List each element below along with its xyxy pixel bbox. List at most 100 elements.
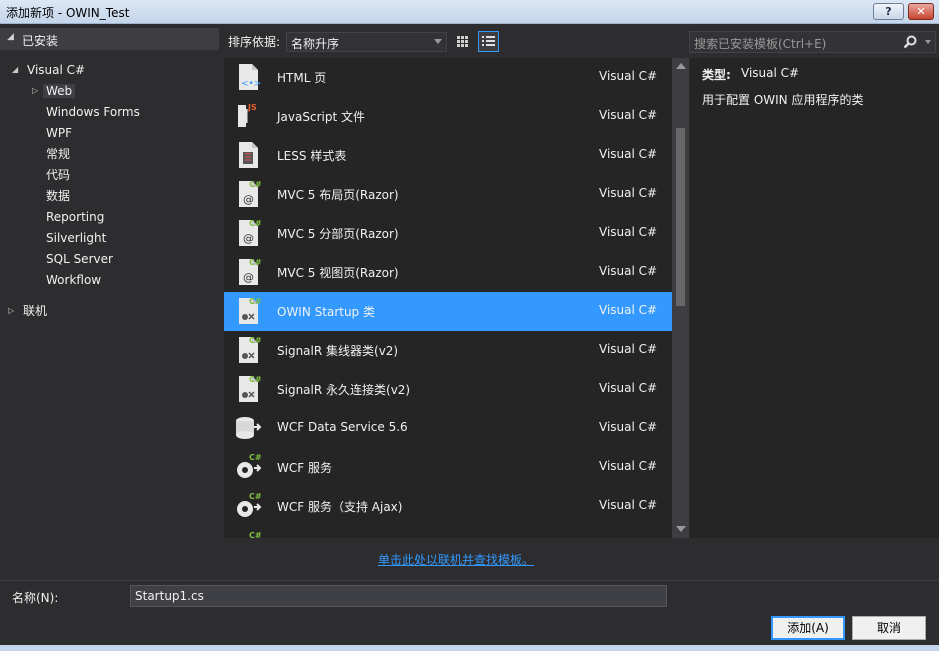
scroll-down-icon[interactable] <box>676 526 686 532</box>
tree-item[interactable]: 常规 <box>46 144 70 164</box>
template-name: HTML 页 <box>277 71 327 85</box>
category-tree: ◢ 已安装 ◢ Visual C# ▷ Web Windows Forms WPF 常规… <box>0 25 219 580</box>
wcf-service-icon: C# <box>232 452 262 482</box>
tree-item[interactable]: 数据 <box>46 186 70 206</box>
template-language: Visual C# <box>599 225 658 239</box>
list-view-button[interactable] <box>478 31 499 52</box>
tree-item[interactable]: ▷ Web <box>32 81 76 101</box>
template-name: WCF 服务 <box>277 461 332 475</box>
tree-item-visual-csharp[interactable]: ◢ Visual C# <box>12 60 85 80</box>
scroll-up-icon[interactable] <box>676 63 686 69</box>
template-row[interactable]: C# WCF 服务 Visual C# <box>224 448 672 487</box>
name-field[interactable] <box>130 585 667 607</box>
template-language: Visual C# <box>599 381 658 395</box>
template-row[interactable]: C# WCF 服务（支持 Ajax) Visual C# <box>224 487 672 526</box>
cancel-button[interactable]: 取消 <box>852 616 926 640</box>
svg-text:C#: C# <box>249 336 262 345</box>
svg-text:@: @ <box>243 271 254 284</box>
scroll-thumb[interactable] <box>676 128 685 306</box>
template-language: Visual C# <box>599 264 658 278</box>
template-row[interactable]: @ C# MVC 5 视图页(Razor) Visual C# <box>224 253 672 292</box>
signalr-class-icon: C# <box>232 374 262 404</box>
svg-text:C#: C# <box>249 297 262 306</box>
template-language: Visual C# <box>599 108 658 122</box>
html-page-icon: <•> <box>232 62 262 92</box>
list-scrollbar[interactable] <box>672 58 689 538</box>
template-row[interactable]: C# OWIN Startup 类 Visual C# <box>224 292 672 331</box>
razor-page-icon: @ C# <box>232 218 262 248</box>
help-button[interactable]: ? <box>873 3 904 20</box>
installed-header[interactable]: ◢ 已安装 <box>0 28 219 50</box>
template-language: Visual C# <box>599 147 658 161</box>
installed-label: 已安装 <box>22 34 59 48</box>
collapsed-icon: ▷ <box>32 86 39 95</box>
data-service-icon <box>232 413 262 443</box>
template-name: JavaScript 文件 <box>277 110 365 124</box>
template-row[interactable]: @ C# MVC 5 布局页(Razor) Visual C# <box>224 175 672 214</box>
grid-view-button[interactable] <box>452 31 473 52</box>
collapsed-icon: ▷ <box>8 306 15 315</box>
template-row[interactable]: C# SignalR 永久连接类(v2) Visual C# <box>224 370 672 409</box>
template-row-partial[interactable]: C# <box>224 526 672 538</box>
title-bar: 添加新项 - OWIN_Test ? ✕ <box>0 0 939 24</box>
template-name: SignalR 集线器类(v2) <box>277 344 399 358</box>
svg-text:C#: C# <box>249 219 262 228</box>
collapse-icon: ◢ <box>7 32 14 42</box>
template-description: 用于配置 OWIN 应用程序的类 <box>702 93 864 107</box>
template-name: LESS 样式表 <box>277 149 347 163</box>
tree-item[interactable]: Silverlight <box>46 228 106 248</box>
tree-item[interactable]: Reporting <box>46 207 104 227</box>
template-row[interactable]: WCF Data Service 5.6 Visual C# <box>224 409 672 448</box>
javascript-file-icon: JS <box>232 101 262 131</box>
tree-item[interactable]: WPF <box>46 123 72 143</box>
svg-text:@: @ <box>243 232 254 245</box>
template-name: MVC 5 布局页(Razor) <box>277 188 399 202</box>
template-row[interactable]: LESS 样式表 Visual C# <box>224 136 672 175</box>
toolbar: 排序依据: 名称升序 搜索已安装模板(Ctrl+E) <box>220 27 939 55</box>
svg-text:C#: C# <box>249 375 262 384</box>
razor-page-icon: @ C# <box>232 179 262 209</box>
template-name: MVC 5 视图页(Razor) <box>277 266 399 280</box>
close-button[interactable]: ✕ <box>908 3 934 20</box>
svg-text:C#: C# <box>249 492 262 501</box>
type-label: 类型: <box>702 68 731 82</box>
bottom-bar: 名称(N): 添加(A) 取消 <box>0 580 939 651</box>
sort-dropdown[interactable]: 名称升序 <box>286 32 447 52</box>
less-stylesheet-icon <box>232 140 262 170</box>
razor-page-icon: @ C# <box>232 257 262 287</box>
template-language: Visual C# <box>599 498 658 512</box>
template-name: SignalR 永久连接类(v2) <box>277 383 411 397</box>
tree-item[interactable]: Workflow <box>46 270 101 290</box>
template-row[interactable]: @ C# MVC 5 分部页(Razor) Visual C# <box>224 214 672 253</box>
tree-item[interactable]: SQL Server <box>46 249 113 269</box>
list-view-icon <box>482 36 495 46</box>
name-label: 名称(N): <box>12 591 59 605</box>
sort-label: 排序依据: <box>228 35 281 49</box>
search-input[interactable]: 搜索已安装模板(Ctrl+E) <box>689 31 936 53</box>
wcf-service-icon: C# <box>232 491 262 521</box>
find-templates-online-link[interactable]: 单击此处以联机并查找模板。 <box>378 551 534 568</box>
template-list: <•> HTML 页 Visual C# JS JavaScript 文件 Visual … <box>224 58 672 538</box>
add-button[interactable]: 添加(A) <box>771 616 845 640</box>
template-row[interactable]: <•> HTML 页 Visual C# <box>224 58 672 97</box>
tree-item-online[interactable]: ▷ 联机 <box>8 301 47 321</box>
window-frame-bottom <box>0 645 939 651</box>
tree-item[interactable]: Windows Forms <box>46 102 140 122</box>
grid-view-icon <box>457 36 468 47</box>
template-row[interactable]: JS JavaScript 文件 Visual C# <box>224 97 672 136</box>
svg-text:C#: C# <box>249 531 262 538</box>
owin-class-icon: C# <box>232 296 262 326</box>
template-name: OWIN Startup 类 <box>277 305 375 319</box>
template-language: Visual C# <box>599 303 658 317</box>
window-title: 添加新项 - OWIN_Test <box>6 6 130 20</box>
svg-text:<•>: <•> <box>241 79 261 89</box>
search-options-icon[interactable] <box>925 40 931 44</box>
template-row[interactable]: C# SignalR 集线器类(v2) Visual C# <box>224 331 672 370</box>
type-value: Visual C# <box>741 66 800 80</box>
search-icon[interactable] <box>903 35 917 49</box>
template-language: Visual C# <box>599 186 658 200</box>
template-language: Visual C# <box>599 342 658 356</box>
svg-text:JS: JS <box>247 103 257 112</box>
tree-item[interactable]: 代码 <box>46 165 70 185</box>
chevron-down-icon <box>434 39 442 44</box>
